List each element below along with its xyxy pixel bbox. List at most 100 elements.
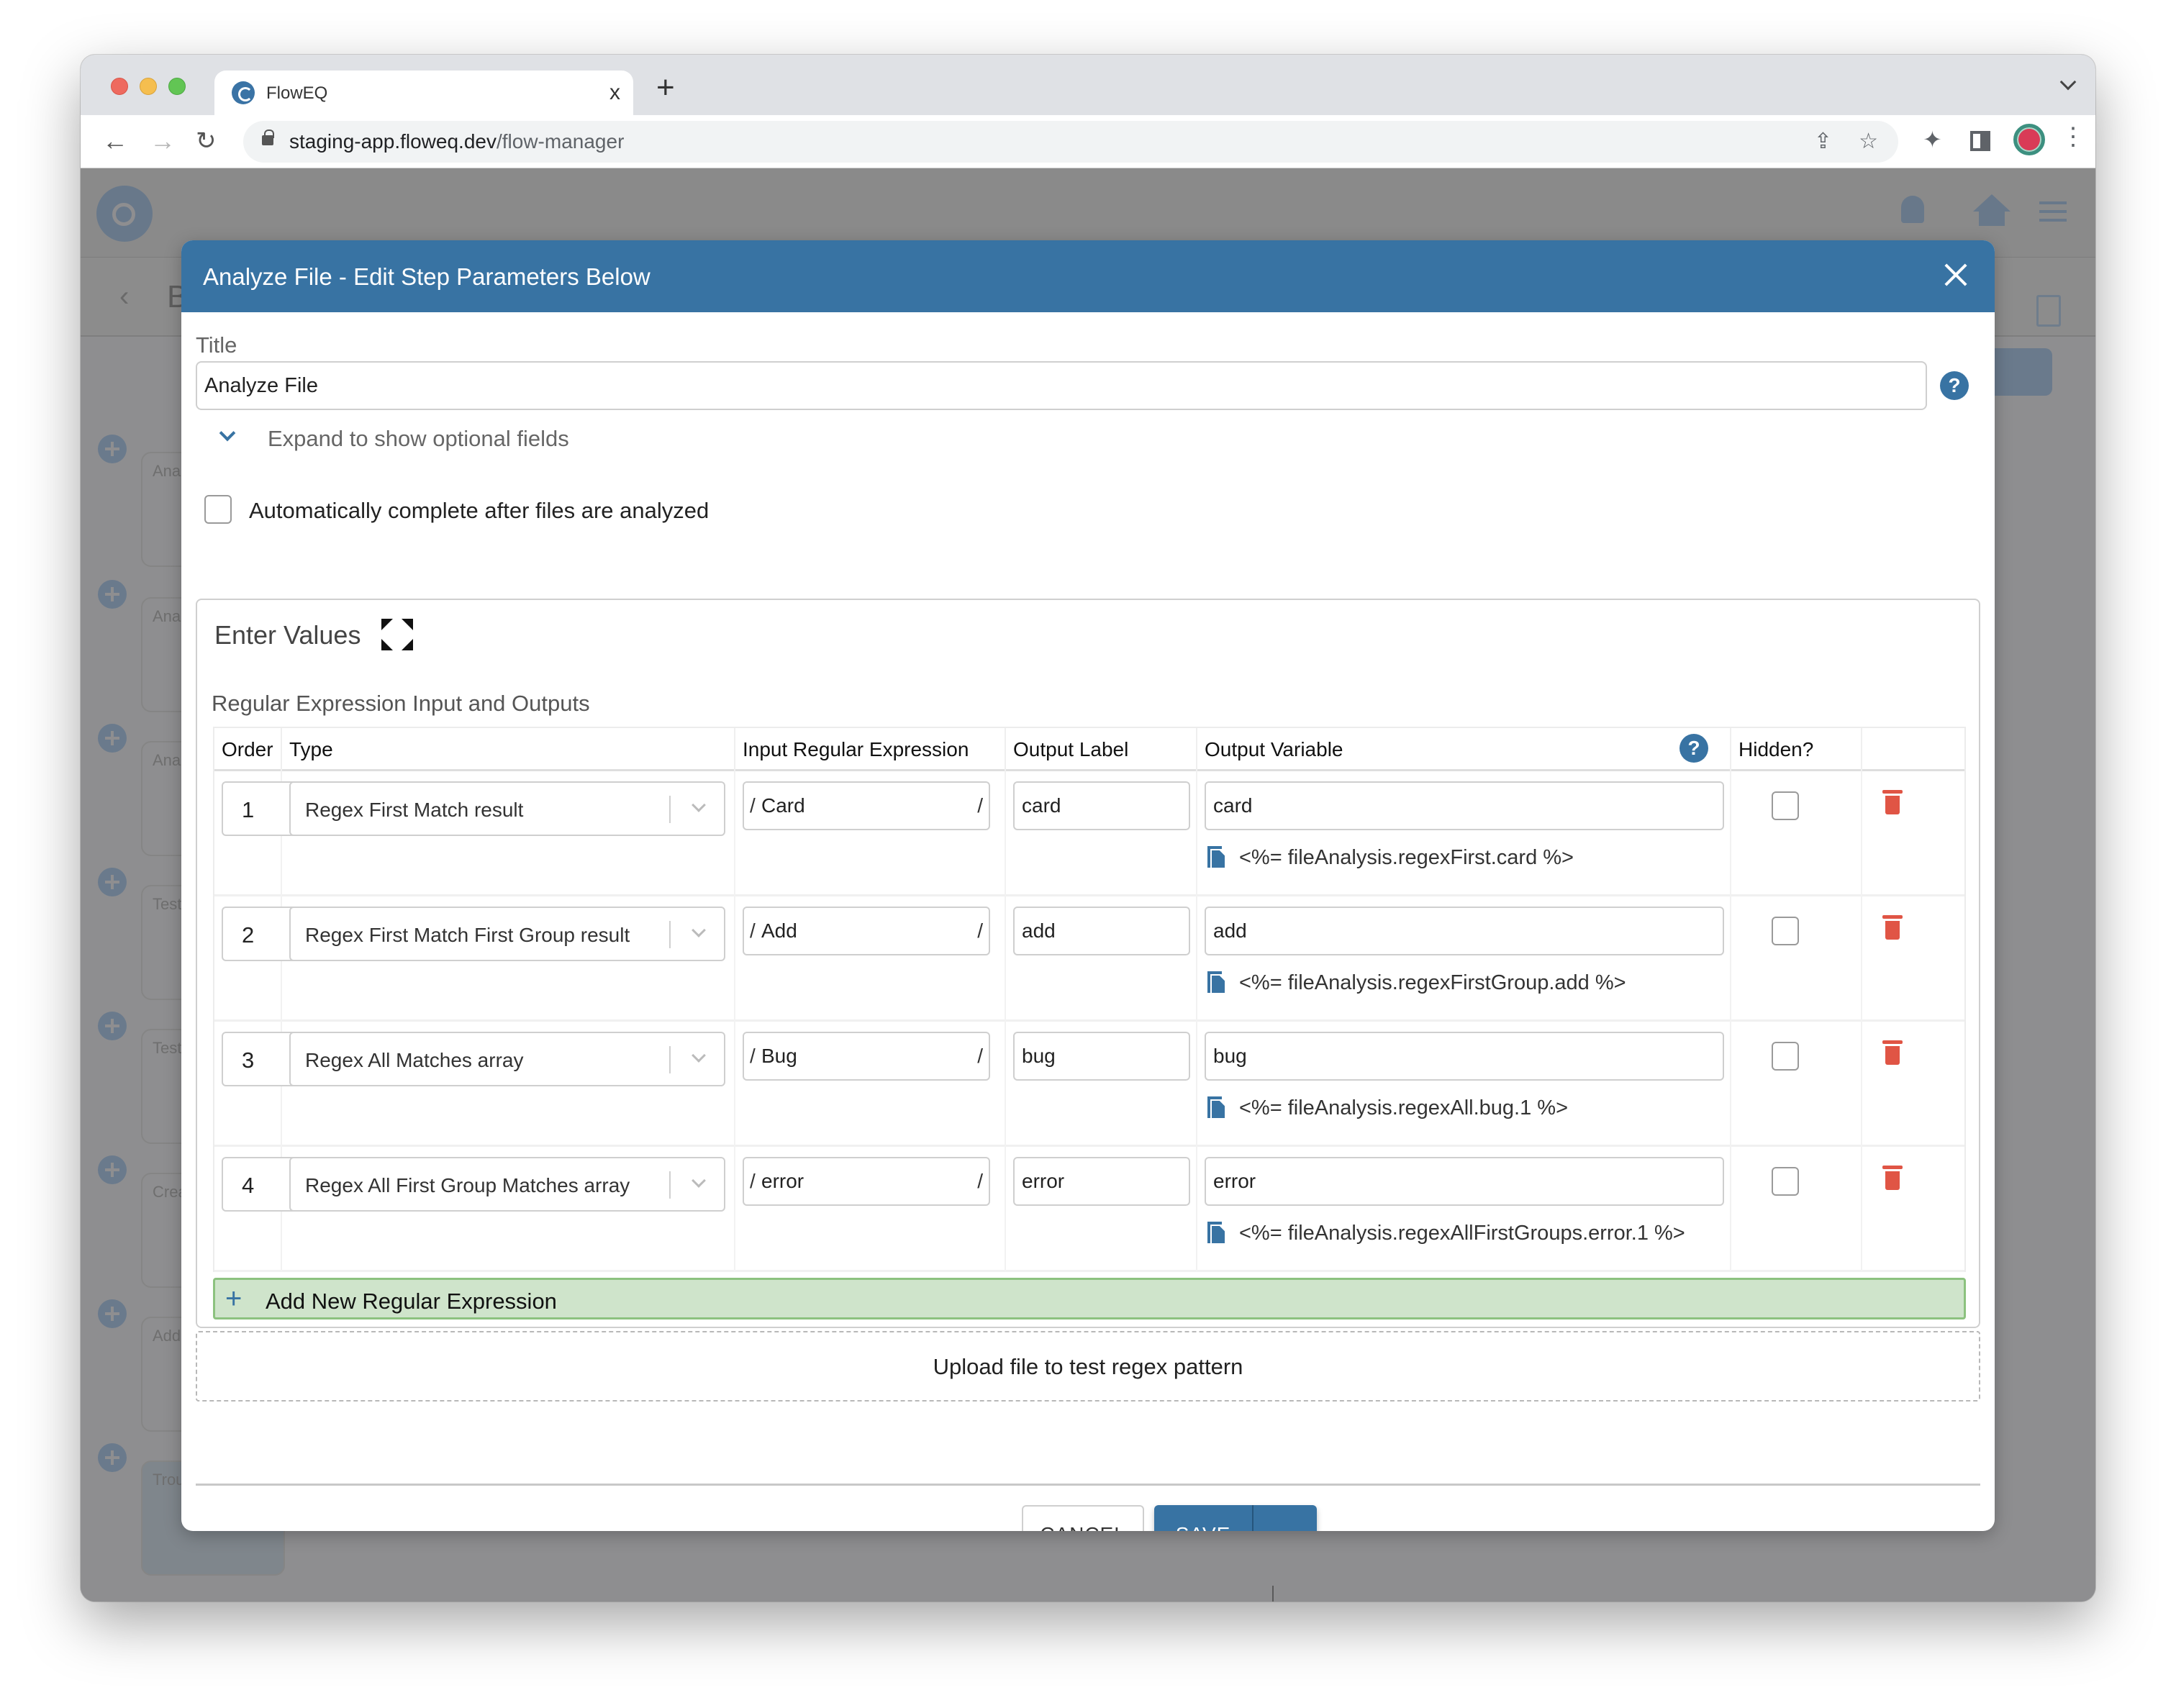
browser-menu-icon[interactable]: ⋮ [2061, 122, 2085, 151]
regex-cell: / Bug / [735, 1022, 1006, 1147]
list-icon [2036, 295, 2061, 327]
output-variable-input[interactable] [1205, 1157, 1724, 1206]
type-select[interactable]: Regex First Match result [289, 781, 725, 836]
trash-icon[interactable] [1882, 1040, 1903, 1065]
type-select[interactable]: Regex First Match First Group result [289, 907, 725, 961]
side-panel-icon[interactable] [1970, 131, 1990, 151]
add-new-regex-button[interactable]: + Add New Regular Expression [213, 1278, 1966, 1319]
lock-icon[interactable] [262, 130, 274, 145]
edit-step-modal: Analyze File - Edit Step Parameters Belo… [181, 240, 1995, 1531]
column-actions [1862, 728, 1966, 771]
regex-open-delimiter: / [750, 1045, 756, 1067]
step-card-label: Ana [153, 607, 181, 625]
hidden-checkbox[interactable] [1772, 917, 1799, 945]
output-variable-cell: <%= fileAnalysis.regexFirstGroup.add %> [1197, 896, 1731, 1022]
url-host: staging-app.floweq.dev [289, 130, 497, 153]
trash-icon[interactable] [1882, 1166, 1903, 1190]
step-card-label: Add [153, 1327, 181, 1345]
maximize-window-button[interactable] [168, 78, 186, 95]
trash-icon[interactable] [1882, 790, 1903, 814]
output-variable-cell: <%= fileAnalysis.regexFirst.card %> [1197, 771, 1731, 896]
forward-button[interactable]: → [150, 127, 176, 155]
copy-icon[interactable] [1207, 971, 1223, 993]
actions-cell [1862, 1147, 1966, 1272]
tab-floweq[interactable]: FlowEQ x [214, 71, 633, 115]
table-row: 1 Regex First Match result / Card / card… [214, 771, 1964, 896]
trash-icon[interactable] [1882, 915, 1903, 940]
fullscreen-expand-icon[interactable] [381, 619, 413, 650]
close-window-button[interactable] [111, 78, 128, 95]
output-label-cell [1006, 771, 1197, 896]
regex-input[interactable]: / Add / [743, 907, 990, 955]
regex-input[interactable]: / Bug / [743, 1032, 990, 1081]
hidden-checkbox[interactable] [1772, 1042, 1799, 1071]
output-variable-input[interactable] [1205, 1032, 1724, 1081]
output-label-input[interactable] [1013, 907, 1190, 955]
hidden-checkbox[interactable] [1772, 791, 1799, 820]
add-step-icon [98, 868, 127, 896]
footer-divider [196, 1484, 1980, 1486]
hamburger-menu-icon [2039, 201, 2067, 222]
copy-icon[interactable] [1207, 846, 1223, 868]
hidden-checkbox[interactable] [1772, 1167, 1799, 1196]
type-value: Regex All Matches array [305, 1049, 524, 1071]
save-button[interactable]: SAVE [1154, 1505, 1254, 1531]
new-tab-button[interactable]: + [656, 72, 675, 104]
table-header: Order Type Input Regular Expression Outp… [214, 728, 1964, 771]
type-value: Regex First Match result [305, 799, 524, 821]
profile-avatar[interactable] [2013, 124, 2045, 155]
auto-complete-label[interactable]: Automatically complete after files are a… [249, 498, 709, 524]
title-input[interactable] [196, 361, 1927, 410]
reload-button[interactable]: ↻ [196, 127, 217, 155]
output-variable-input[interactable] [1205, 781, 1724, 830]
output-label-input[interactable] [1013, 781, 1190, 830]
minimize-window-button[interactable] [140, 78, 157, 95]
order-cell: 2 [214, 896, 337, 1022]
order-value: 1 [242, 797, 255, 822]
tab-close-icon[interactable]: x [609, 79, 620, 106]
share-icon[interactable]: ⇪ [1814, 130, 1832, 154]
close-icon[interactable] [1941, 260, 1970, 289]
copy-icon[interactable] [1207, 1096, 1223, 1118]
actions-cell [1862, 1022, 1966, 1147]
add-step-icon [98, 1012, 127, 1040]
extensions-puzzle-icon[interactable]: ✦ [1923, 125, 1942, 154]
actions-cell [1862, 896, 1966, 1022]
type-select[interactable]: Regex All Matches array [289, 1032, 725, 1086]
tab-search-chevron-icon[interactable] [2059, 73, 2077, 91]
regex-open-delimiter: / [750, 794, 756, 817]
regex-input[interactable]: / error / [743, 1157, 990, 1206]
type-select[interactable]: Regex All First Group Matches array [289, 1157, 725, 1212]
output-variable-input[interactable] [1205, 907, 1724, 955]
address-bar[interactable]: staging-app.floweq.dev/flow-manager ⇪ ☆ [243, 121, 1898, 163]
back-button[interactable]: ← [102, 127, 128, 155]
output-variable-cell: <%= fileAnalysis.regexAll.bug.1 %> [1197, 1022, 1731, 1147]
type-cell: Regex First Match First Group result [282, 896, 735, 1022]
regex-input[interactable]: / Card / [743, 781, 990, 830]
table-row: 3 Regex All Matches array / Bug / bug bu… [214, 1022, 1964, 1147]
title-label: Title [196, 332, 237, 358]
cancel-button[interactable]: CANCEL [1022, 1505, 1144, 1531]
save-options-caret-icon[interactable] [1254, 1505, 1317, 1531]
chevron-down-icon [692, 1048, 706, 1063]
type-cell: Regex All First Group Matches array [282, 1147, 735, 1272]
regex-open-delimiter: / [750, 1170, 756, 1192]
regex-section-label: Regular Expression Input and Outputs [212, 691, 590, 716]
hidden-cell [1731, 1147, 1862, 1272]
bookmark-star-icon[interactable]: ☆ [1859, 130, 1878, 154]
output-label-input[interactable] [1013, 1032, 1190, 1081]
copy-icon[interactable] [1207, 1222, 1223, 1243]
template-text: <%= fileAnalysis.regexAll.bug.1 %> [1239, 1096, 1569, 1119]
step-card-label: Test [153, 895, 182, 913]
help-icon[interactable]: ? [1940, 371, 1969, 400]
select-divider [669, 1046, 671, 1073]
output-variable-help-icon[interactable]: ? [1679, 734, 1708, 763]
chevron-down-icon [692, 923, 706, 937]
auto-complete-checkbox[interactable] [204, 495, 232, 524]
output-label-input[interactable] [1013, 1157, 1190, 1206]
step-card-label: Trou [153, 1471, 185, 1489]
upload-test-file-dropzone[interactable]: Upload file to test regex pattern [196, 1331, 1980, 1402]
regex-value: Add [761, 919, 797, 942]
url-text[interactable]: staging-app.floweq.dev/flow-manager [289, 130, 624, 153]
output-label-cell [1006, 896, 1197, 1022]
